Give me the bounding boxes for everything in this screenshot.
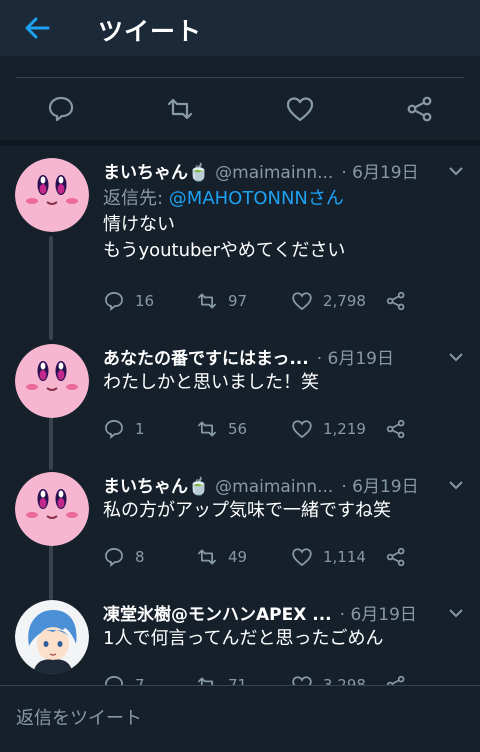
display-name[interactable]: 凍堂氷樹@モンハンAPEX ... (103, 600, 332, 625)
retweet-count: 56 (228, 420, 248, 438)
retweet-icon (198, 293, 216, 309)
tweet-line: 私の方がアップ気味で一緒ですね笑 (103, 500, 391, 521)
focused-tweet-actions (0, 78, 480, 142)
tweet-date: · 6月19日 (339, 605, 417, 625)
share-icon (386, 419, 405, 439)
tweet-actions: 1 56 1,219 (103, 418, 433, 440)
reply-count: 16 (135, 292, 155, 310)
retweet-icon (198, 421, 216, 437)
tweet-text: 私の方がアップ気味で一緒ですね笑 (103, 498, 460, 524)
like-count: 1,114 (323, 548, 366, 566)
retweet-button[interactable]: 56 (196, 418, 247, 440)
reply-button[interactable]: 16 (103, 290, 154, 312)
chevron-down-icon[interactable] (448, 480, 464, 490)
retweet-button[interactable]: 97 (196, 290, 247, 312)
retweet-button[interactable]: 49 (196, 546, 247, 568)
avatar[interactable] (15, 158, 89, 232)
tweet-header: あなたの番ですにはまっ... · 6月19日 (103, 344, 432, 369)
tweet-line: もうyoutuberやめてください (103, 240, 346, 261)
kirby-avatar-icon (15, 472, 89, 546)
tweet-text: 返信先: @MAHOTONNNさん 情けない もうyoutuberやめてください (103, 186, 460, 264)
like-count: 2,798 (323, 292, 366, 310)
tweet-header: まいちゃん🍵 @maimainn... · 6月19日 (103, 472, 432, 497)
reply-composer: 返信をツイート (0, 685, 480, 752)
share-icon[interactable] (405, 94, 435, 124)
like-icon (292, 420, 312, 439)
user-handle[interactable]: @maimainn... (215, 477, 333, 497)
share-button[interactable] (385, 546, 417, 568)
share-icon (386, 291, 405, 311)
kirby-avatar-icon (15, 158, 89, 232)
reply-icon (105, 292, 123, 311)
like-button[interactable]: 2,798 (291, 290, 366, 312)
like-button[interactable]: 1,114 (291, 546, 366, 568)
share-icon (386, 547, 405, 567)
tweet-actions: 16 97 2,798 (103, 290, 433, 312)
reply-prefix: 返信先: (103, 188, 169, 209)
reply-icon (105, 548, 123, 567)
reply-button[interactable]: 8 (103, 546, 145, 568)
like-icon (292, 548, 312, 567)
tweet-actions: 8 49 1,114 (103, 546, 433, 568)
display-name[interactable]: まいちゃん🍵 (103, 158, 209, 183)
reply-to-line: 返信先: @MAHOTONNNさん (103, 186, 460, 212)
like-button[interactable]: 1,219 (291, 418, 366, 440)
retweet-count: 49 (228, 548, 248, 566)
user-handle[interactable]: @maimainn... (215, 163, 333, 183)
tweet-header: まいちゃん🍵 @maimainn... · 6月19日 (103, 158, 432, 183)
retweet-icon[interactable] (165, 94, 195, 124)
avatar[interactable] (15, 600, 89, 674)
thread-line (49, 236, 53, 340)
tweet-line: わたしかと思いました！笑 (103, 372, 319, 393)
tweet-date: · 6月19日 (316, 349, 394, 369)
display-name[interactable]: あなたの番ですにはまっ... (103, 344, 309, 369)
share-button[interactable] (385, 418, 417, 440)
tweet-line: 情けない (103, 214, 175, 235)
reply-button[interactable]: 1 (103, 418, 145, 440)
share-button[interactable] (385, 290, 417, 312)
tweet-date: · 6月19日 (341, 477, 419, 497)
reply-icon[interactable] (46, 94, 76, 124)
page-title: ツイート (98, 17, 203, 46)
display-name[interactable]: まいちゃん🍵 (103, 472, 209, 497)
tweet-header: 凍堂氷樹@モンハンAPEX ... · 6月19日 (103, 600, 432, 625)
like-count: 1,219 (323, 420, 366, 438)
chevron-down-icon[interactable] (448, 352, 464, 362)
like-icon[interactable] (285, 94, 315, 124)
mention-link[interactable]: @MAHOTONNNさん (169, 188, 344, 209)
reply-count: 1 (135, 420, 145, 438)
tweet-line: 1人で何言ってんだと思ったごめん (103, 628, 384, 649)
top-bar: ツイート (0, 0, 480, 56)
avatar[interactable] (15, 472, 89, 546)
section-divider (0, 140, 480, 146)
chevron-down-icon[interactable] (448, 608, 464, 618)
like-icon (292, 292, 312, 311)
reply-icon (105, 420, 123, 439)
kirby-avatar-icon (15, 344, 89, 418)
tweet-date: · 6月19日 (341, 163, 419, 183)
reply-count: 8 (135, 548, 145, 566)
tweet-text: わたしかと思いました！笑 (103, 370, 460, 396)
chevron-down-icon[interactable] (448, 166, 464, 176)
avatar[interactable] (15, 344, 89, 418)
anime-character-avatar-icon (15, 600, 89, 674)
back-arrow-icon[interactable] (24, 16, 50, 40)
reply-input[interactable]: 返信をツイート (16, 704, 142, 730)
retweet-icon (198, 549, 216, 565)
retweet-count: 97 (228, 292, 248, 310)
tweet-text: 1人で何言ってんだと思ったごめん (103, 626, 460, 652)
